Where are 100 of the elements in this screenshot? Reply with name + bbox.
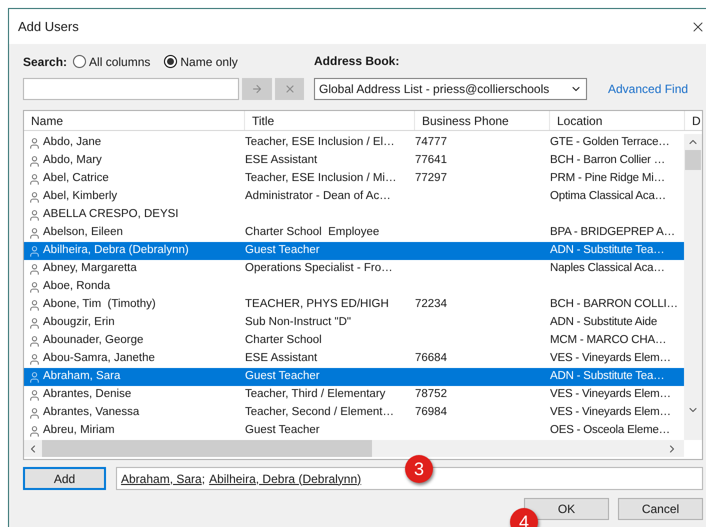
- title-cell: Teacher, Third / Elementary: [245, 388, 386, 400]
- title-cell: Guest Teacher: [245, 370, 320, 382]
- location-cell: ADN - Substitute Aide: [550, 316, 658, 328]
- user-row[interactable]: Abel, Catrice Teacher, ESE Inclusion / Mi… 77297 PRM - Pine Ridge Mi…: [24, 170, 684, 188]
- title-cell: Teacher, Second / Element…: [245, 406, 394, 418]
- location-cell: BCH - Barron Collier …: [550, 154, 666, 166]
- person-icon: [28, 190, 41, 204]
- user-row[interactable]: ABELLA CRESPO, DEYSI: [24, 206, 684, 224]
- person-icon: [28, 406, 41, 420]
- name-cell-text: Abrantes, Vanessa: [43, 405, 140, 420]
- location-cell: ADN - Substitute Tea…: [550, 370, 664, 382]
- window-title: Add Users: [18, 18, 79, 36]
- column-header[interactable]: Title: [245, 111, 415, 130]
- user-row[interactable]: Abelson, Eileen Charter School Employee BPA - BRIDGEPREP A…: [24, 224, 684, 242]
- user-row[interactable]: Abou-Samra, Janethe ESE Assistant 76684 VES - Vineyards Elem…: [24, 350, 684, 368]
- column-header[interactable]: D: [685, 111, 702, 130]
- phone-cell: 77297: [415, 172, 447, 184]
- user-row[interactable]: Abney, Margaretta Operations Specialist - Fro… Naples Classical Aca…: [24, 260, 684, 278]
- name-cell-text: Abone, Tim (Timothy): [43, 297, 156, 312]
- user-row[interactable]: Abone, Tim (Timothy) TEACHER, PHYS ED/HIGH 72234 BCH - BARRON COLLI…: [24, 296, 684, 314]
- title-cell: Operations Specialist - Fro…: [245, 262, 393, 274]
- title-cell: Administrator - Dean of Ac…: [245, 190, 391, 202]
- person-icon: [28, 226, 41, 240]
- user-row[interactable]: Abrantes, Denise Teacher, Third / Elementary 78752 VES - Vineyards Elem…: [24, 386, 684, 404]
- column-header[interactable]: Business Phone: [415, 111, 550, 130]
- name-cell-text: Abel, Kimberly: [43, 189, 118, 204]
- user-row[interactable]: Abougzir, Erin Sub Non-Instruct "D" ADN - Substitute Aide: [24, 314, 684, 332]
- name-cell-text: Abdo, Jane: [43, 135, 102, 150]
- user-row[interactable]: Abel, Kimberly Administrator - Dean of Ac… Optima Classical Aca…: [24, 188, 684, 206]
- dialog-button[interactable]: Cancel: [618, 498, 703, 520]
- radio-label[interactable]: All columns: [89, 52, 150, 70]
- name-cell-text: ABELLA CRESPO, DEYSI: [43, 207, 179, 222]
- title-cell: ESE Assistant: [245, 154, 318, 166]
- advanced-find-link[interactable]: Advanced Find: [608, 80, 688, 98]
- search-label: Search:: [23, 54, 68, 70]
- search-field[interactable]: [23, 78, 239, 100]
- phone-cell: 72234: [415, 298, 447, 310]
- arrow-icon: [251, 83, 263, 95]
- title-cell: ESE Assistant: [245, 352, 318, 364]
- location-cell: OES - Osceola Eleme…: [550, 424, 670, 436]
- phone-cell: 76684: [415, 352, 447, 364]
- user-row[interactable]: Abdo, Jane Teacher, ESE Inclusion / El… 74777 GTE - Golden Terrace…: [24, 134, 684, 152]
- person-icon: [28, 208, 41, 222]
- location-cell: VES - Vineyards Elem…: [550, 352, 671, 364]
- vertical-scrollbar[interactable]: [684, 134, 702, 440]
- person-icon: [28, 262, 41, 276]
- name-cell-text: Abilheira, Debra (Debralynn): [43, 243, 189, 258]
- location-cell: BPA - BRIDGEPREP A…: [550, 226, 675, 238]
- person-icon: [28, 388, 41, 402]
- radio-button[interactable]: [73, 55, 86, 68]
- location-cell: VES - Vineyards Elem…: [550, 406, 671, 418]
- scroll-thumb[interactable]: [42, 440, 372, 457]
- user-row[interactable]: Abdo, Mary ESE Assistant 77641 BCH - Barron Collier …: [24, 152, 684, 170]
- person-icon: [28, 370, 41, 384]
- location-cell: ADN - Substitute Tea…: [550, 244, 664, 256]
- location-cell: PRM - Pine Ridge Mi…: [550, 172, 665, 184]
- name-cell-text: Abougzir, Erin: [43, 315, 115, 330]
- address-book-dropdown[interactable]: Global Address List - priess@collierschools: [314, 78, 587, 100]
- user-row[interactable]: Abilheira, Debra (Debralynn) Guest Teacher ADN - Substitute Tea…: [24, 242, 684, 260]
- separator: ;: [202, 470, 206, 488]
- user-row[interactable]: Abrantes, Vanessa Teacher, Second / Element… 76984 VES - Vineyards Elem…: [24, 404, 684, 422]
- horizontal-scrollbar[interactable]: [24, 440, 684, 457]
- person-icon: [28, 280, 41, 294]
- radio-label[interactable]: Name only: [180, 52, 238, 70]
- recipient-name[interactable]: Abraham, Sara: [121, 470, 202, 488]
- user-row[interactable]: Aboe, Ronda: [24, 278, 684, 296]
- column-header[interactable]: Location: [550, 111, 685, 130]
- phone-cell: 78752: [415, 388, 447, 400]
- person-icon: [28, 154, 41, 168]
- location-cell: Naples Classical Aca…: [550, 262, 665, 274]
- add-button[interactable]: Add: [23, 467, 106, 490]
- person-icon: [28, 352, 41, 366]
- title-cell: Teacher, ESE Inclusion / Mi…: [245, 172, 396, 184]
- title-cell: Guest Teacher: [245, 424, 320, 436]
- scroll-thumb[interactable]: [685, 150, 701, 170]
- name-cell-text: Abel, Catrice: [43, 171, 109, 186]
- person-icon: [28, 136, 41, 150]
- title-cell: Sub Non-Instruct "D": [245, 316, 351, 328]
- user-row[interactable]: Abreu, Miriam Guest Teacher OES - Osceola Eleme…: [24, 422, 684, 440]
- clear-icon: [284, 83, 296, 95]
- name-cell-text: Abou-Samra, Janethe: [43, 351, 155, 366]
- user-row[interactable]: Abounader, George Charter School MCM - MARCO CHA…: [24, 332, 684, 350]
- user-row[interactable]: Abraham, Sara Guest Teacher ADN - Substitute Tea…: [24, 368, 684, 386]
- name-cell-text: Aboe, Ronda: [43, 279, 110, 294]
- title-cell: TEACHER, PHYS ED/HIGH: [245, 298, 389, 310]
- title-cell: Charter School Employee: [245, 226, 380, 238]
- radio-button[interactable]: [164, 55, 178, 68]
- person-icon: [28, 424, 41, 438]
- column-header[interactable]: Name: [24, 111, 245, 130]
- title-cell: Teacher, ESE Inclusion / El…: [245, 136, 395, 148]
- location-cell: MCM - MARCO CHA…: [550, 334, 666, 346]
- person-icon: [28, 172, 41, 186]
- name-cell-text: Abelson, Eileen: [43, 225, 123, 240]
- name-cell-text: Abreu, Miriam: [43, 423, 115, 438]
- recipient-name[interactable]: Abilheira, Debra (Debralynn): [209, 470, 362, 488]
- address-book-label: Address Book:: [314, 53, 400, 70]
- title-cell: Charter School: [245, 334, 322, 346]
- location-cell: Optima Classical Aca…: [550, 190, 666, 202]
- location-cell: VES - Vineyards Elem…: [550, 388, 671, 400]
- name-cell-text: Abounader, George: [43, 333, 144, 348]
